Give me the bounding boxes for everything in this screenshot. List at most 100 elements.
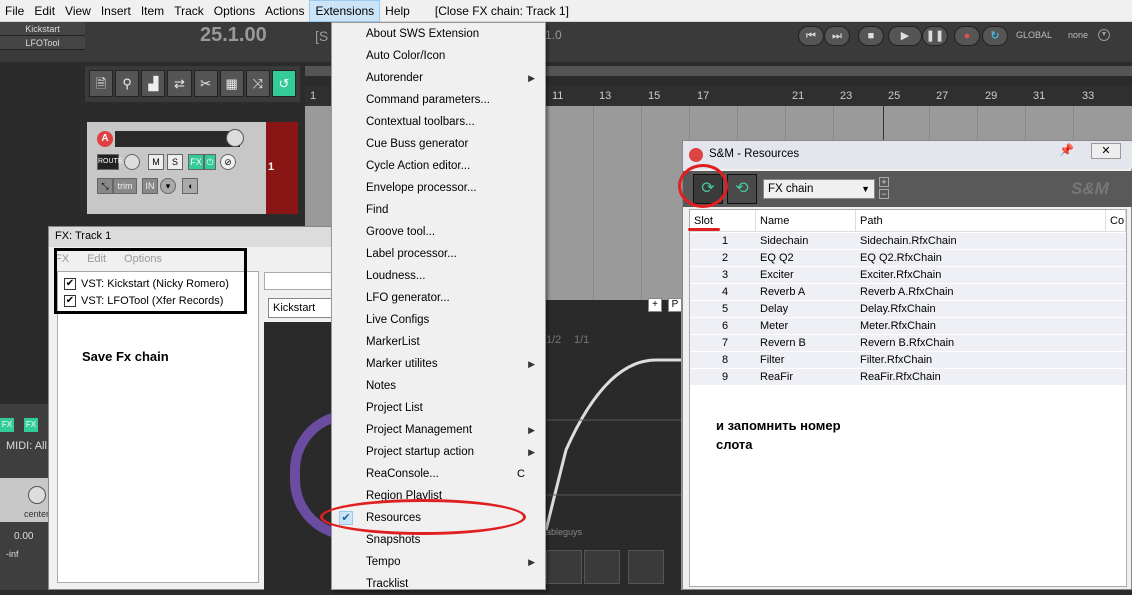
add-button[interactable]: + (648, 298, 662, 312)
menu-help[interactable]: Help (380, 0, 415, 22)
fx-window-titlebar[interactable]: FX: Track 1 (49, 227, 339, 247)
close-button[interactable]: ✕ (1091, 143, 1121, 159)
monitor-icon[interactable]: ◖ (182, 178, 198, 194)
menu-item-loudness[interactable]: Loudness... (332, 265, 545, 287)
input-label[interactable]: IN (142, 178, 158, 194)
ripple-icon[interactable]: ▟ (141, 70, 166, 97)
loop-icon[interactable]: ↺ (271, 70, 296, 97)
resource-type-select[interactable]: FX chain ▼ (763, 179, 875, 199)
add-bookmark-icon[interactable]: + (879, 177, 889, 187)
column-header-name[interactable]: Name (756, 210, 856, 232)
chevron-down-icon[interactable]: ▼ (1098, 29, 1110, 41)
menu-item-label: LFO generator... (366, 292, 450, 304)
split-icon[interactable]: ⇄ (167, 70, 192, 97)
menu-item-find[interactable]: Find (332, 199, 545, 221)
mixer-fx-button[interactable]: FX (24, 418, 38, 432)
menu-item-envelope-processor[interactable]: Envelope processor... (332, 177, 545, 199)
pin-icon[interactable]: 📌 (1059, 143, 1074, 157)
play-icon[interactable]: ▶ (888, 26, 922, 46)
pause-icon[interactable]: ❚❚ (922, 26, 948, 46)
fx-plugin-list[interactable]: ✔ VST: Kickstart (Nicky Romero) ✔ VST: L… (57, 271, 259, 583)
shape-button[interactable] (628, 550, 664, 584)
track-name-field[interactable] (115, 131, 240, 147)
table-row[interactable]: 5 Delay Delay.RfxChain (690, 301, 1126, 318)
envelope-icon[interactable]: ⤨ (245, 70, 270, 97)
fx-bypass-icon[interactable]: ⏻ (204, 154, 216, 170)
grid-icon[interactable]: ▦ (219, 70, 244, 97)
record-icon[interactable]: ● (954, 26, 980, 46)
pan-knob[interactable] (28, 486, 46, 504)
menu-item-about-sws-extension[interactable]: About SWS Extension (332, 23, 545, 45)
menu-item-autorender[interactable]: Autorender ▶ (332, 67, 545, 89)
track-name-kickstart[interactable]: Kickstart (0, 22, 85, 36)
table-row[interactable]: 6 Meter Meter.RfxChain (690, 318, 1126, 335)
solo-button[interactable]: S (167, 154, 183, 170)
menu-item-command-parameters[interactable]: Command parameters... (332, 89, 545, 111)
resources-toolbar: ⟳ ⟲ FX chain ▼ + − S&M (683, 171, 1132, 207)
mute-button[interactable]: M (148, 154, 164, 170)
table-row[interactable]: 1 Sidechain Sidechain.RfxChain (690, 233, 1126, 250)
go-end-icon[interactable]: ⏭ (824, 26, 850, 46)
trim-mode[interactable]: trim (113, 178, 137, 194)
menu-item-marker-utilites[interactable]: Marker utilites ▶ (332, 353, 545, 375)
menu-item-notes[interactable]: Notes (332, 375, 545, 397)
table-row[interactable]: 7 Revern B Revern B.RfxChain (690, 335, 1126, 352)
menu-insert[interactable]: Insert (96, 0, 136, 22)
shape-button[interactable] (584, 550, 620, 584)
phase-icon[interactable]: ⊘ (220, 154, 236, 170)
file-info-icon[interactable]: 🗎 (89, 70, 114, 97)
menu-extensions[interactable]: Extensions (309, 0, 381, 22)
menu-actions[interactable]: Actions (260, 0, 309, 22)
route-button[interactable]: ROUTE (97, 154, 123, 170)
table-row[interactable]: 2 EQ Q2 EQ Q2.RfxChain (690, 250, 1126, 267)
menu-item-markerlist[interactable]: MarkerList (332, 331, 545, 353)
plugin-graph[interactable] (544, 300, 681, 590)
automation-mode-value[interactable]: none (1068, 30, 1088, 40)
menu-item-lfo-generator[interactable]: LFO generator... (332, 287, 545, 309)
menu-item-label-processor[interactable]: Label processor... (332, 243, 545, 265)
table-row[interactable]: 8 Filter Filter.RfxChain (690, 352, 1126, 369)
table-row[interactable]: 4 Reverb A Reverb A.RfxChain (690, 284, 1126, 301)
metronome-icon[interactable]: ⚲ (115, 70, 140, 97)
mixer-fx-button[interactable]: FX (0, 418, 14, 432)
menu-item[interactable]: Item (136, 0, 169, 22)
menu-item-live-configs[interactable]: Live Configs (332, 309, 545, 331)
column-header-comment[interactable]: Co (1106, 210, 1126, 232)
resources-titlebar[interactable]: S&M - Resources 📌 ✕ (683, 141, 1132, 169)
repeat-icon[interactable]: ↻ (982, 26, 1008, 46)
stop-icon[interactable]: ■ (858, 26, 884, 46)
menu-item-cycle-action-editor[interactable]: Cycle Action editor... (332, 155, 545, 177)
record-arm-button[interactable]: A (97, 131, 113, 147)
menu-item-contextual-toolbars[interactable]: Contextual toolbars... (332, 111, 545, 133)
envelope-icon[interactable]: ⤡ (97, 178, 113, 194)
menu-item-reaconsole[interactable]: ReaConsole... C (332, 463, 545, 485)
pan-knob[interactable] (124, 154, 140, 170)
menu-item-project-management[interactable]: Project Management ▶ (332, 419, 545, 441)
auto-fill-icon[interactable]: ⟲ (727, 174, 757, 204)
menu-file[interactable]: File (0, 0, 29, 22)
menu-item-tracklist[interactable]: Tracklist (332, 573, 545, 595)
input-menu-icon[interactable]: ▾ (160, 178, 176, 194)
remove-bookmark-icon[interactable]: − (879, 189, 889, 199)
fx-button[interactable]: FX (188, 154, 204, 170)
menu-item-project-startup-action[interactable]: Project startup action ▶ (332, 441, 545, 463)
volume-knob[interactable] (226, 129, 244, 147)
track-name-lfotool[interactable]: LFOTool (0, 36, 85, 50)
column-header-path[interactable]: Path (856, 210, 1106, 232)
table-row[interactable]: 9 ReaFir ReaFir.RfxChain (690, 369, 1126, 386)
table-row[interactable]: 3 Exciter Exciter.RfxChain (690, 267, 1126, 284)
param-button[interactable]: P (668, 298, 682, 312)
shape-button[interactable] (546, 550, 582, 584)
menu-item-tempo[interactable]: Tempo ▶ (332, 551, 545, 573)
menu-track[interactable]: Track (169, 0, 209, 22)
menu-item-auto-color-icon[interactable]: Auto Color/Icon (332, 45, 545, 67)
menu-options[interactable]: Options (209, 0, 260, 22)
global-automation-label[interactable]: GLOBAL (1016, 30, 1052, 40)
snap-icon[interactable]: ✂ (193, 70, 218, 97)
menu-item-groove-tool[interactable]: Groove tool... (332, 221, 545, 243)
menu-view[interactable]: View (60, 0, 96, 22)
menu-edit[interactable]: Edit (29, 0, 60, 22)
menu-item-project-list[interactable]: Project List (332, 397, 545, 419)
menu-item-cue-buss-generator[interactable]: Cue Buss generator (332, 133, 545, 155)
go-start-icon[interactable]: ⏮ (798, 26, 824, 46)
